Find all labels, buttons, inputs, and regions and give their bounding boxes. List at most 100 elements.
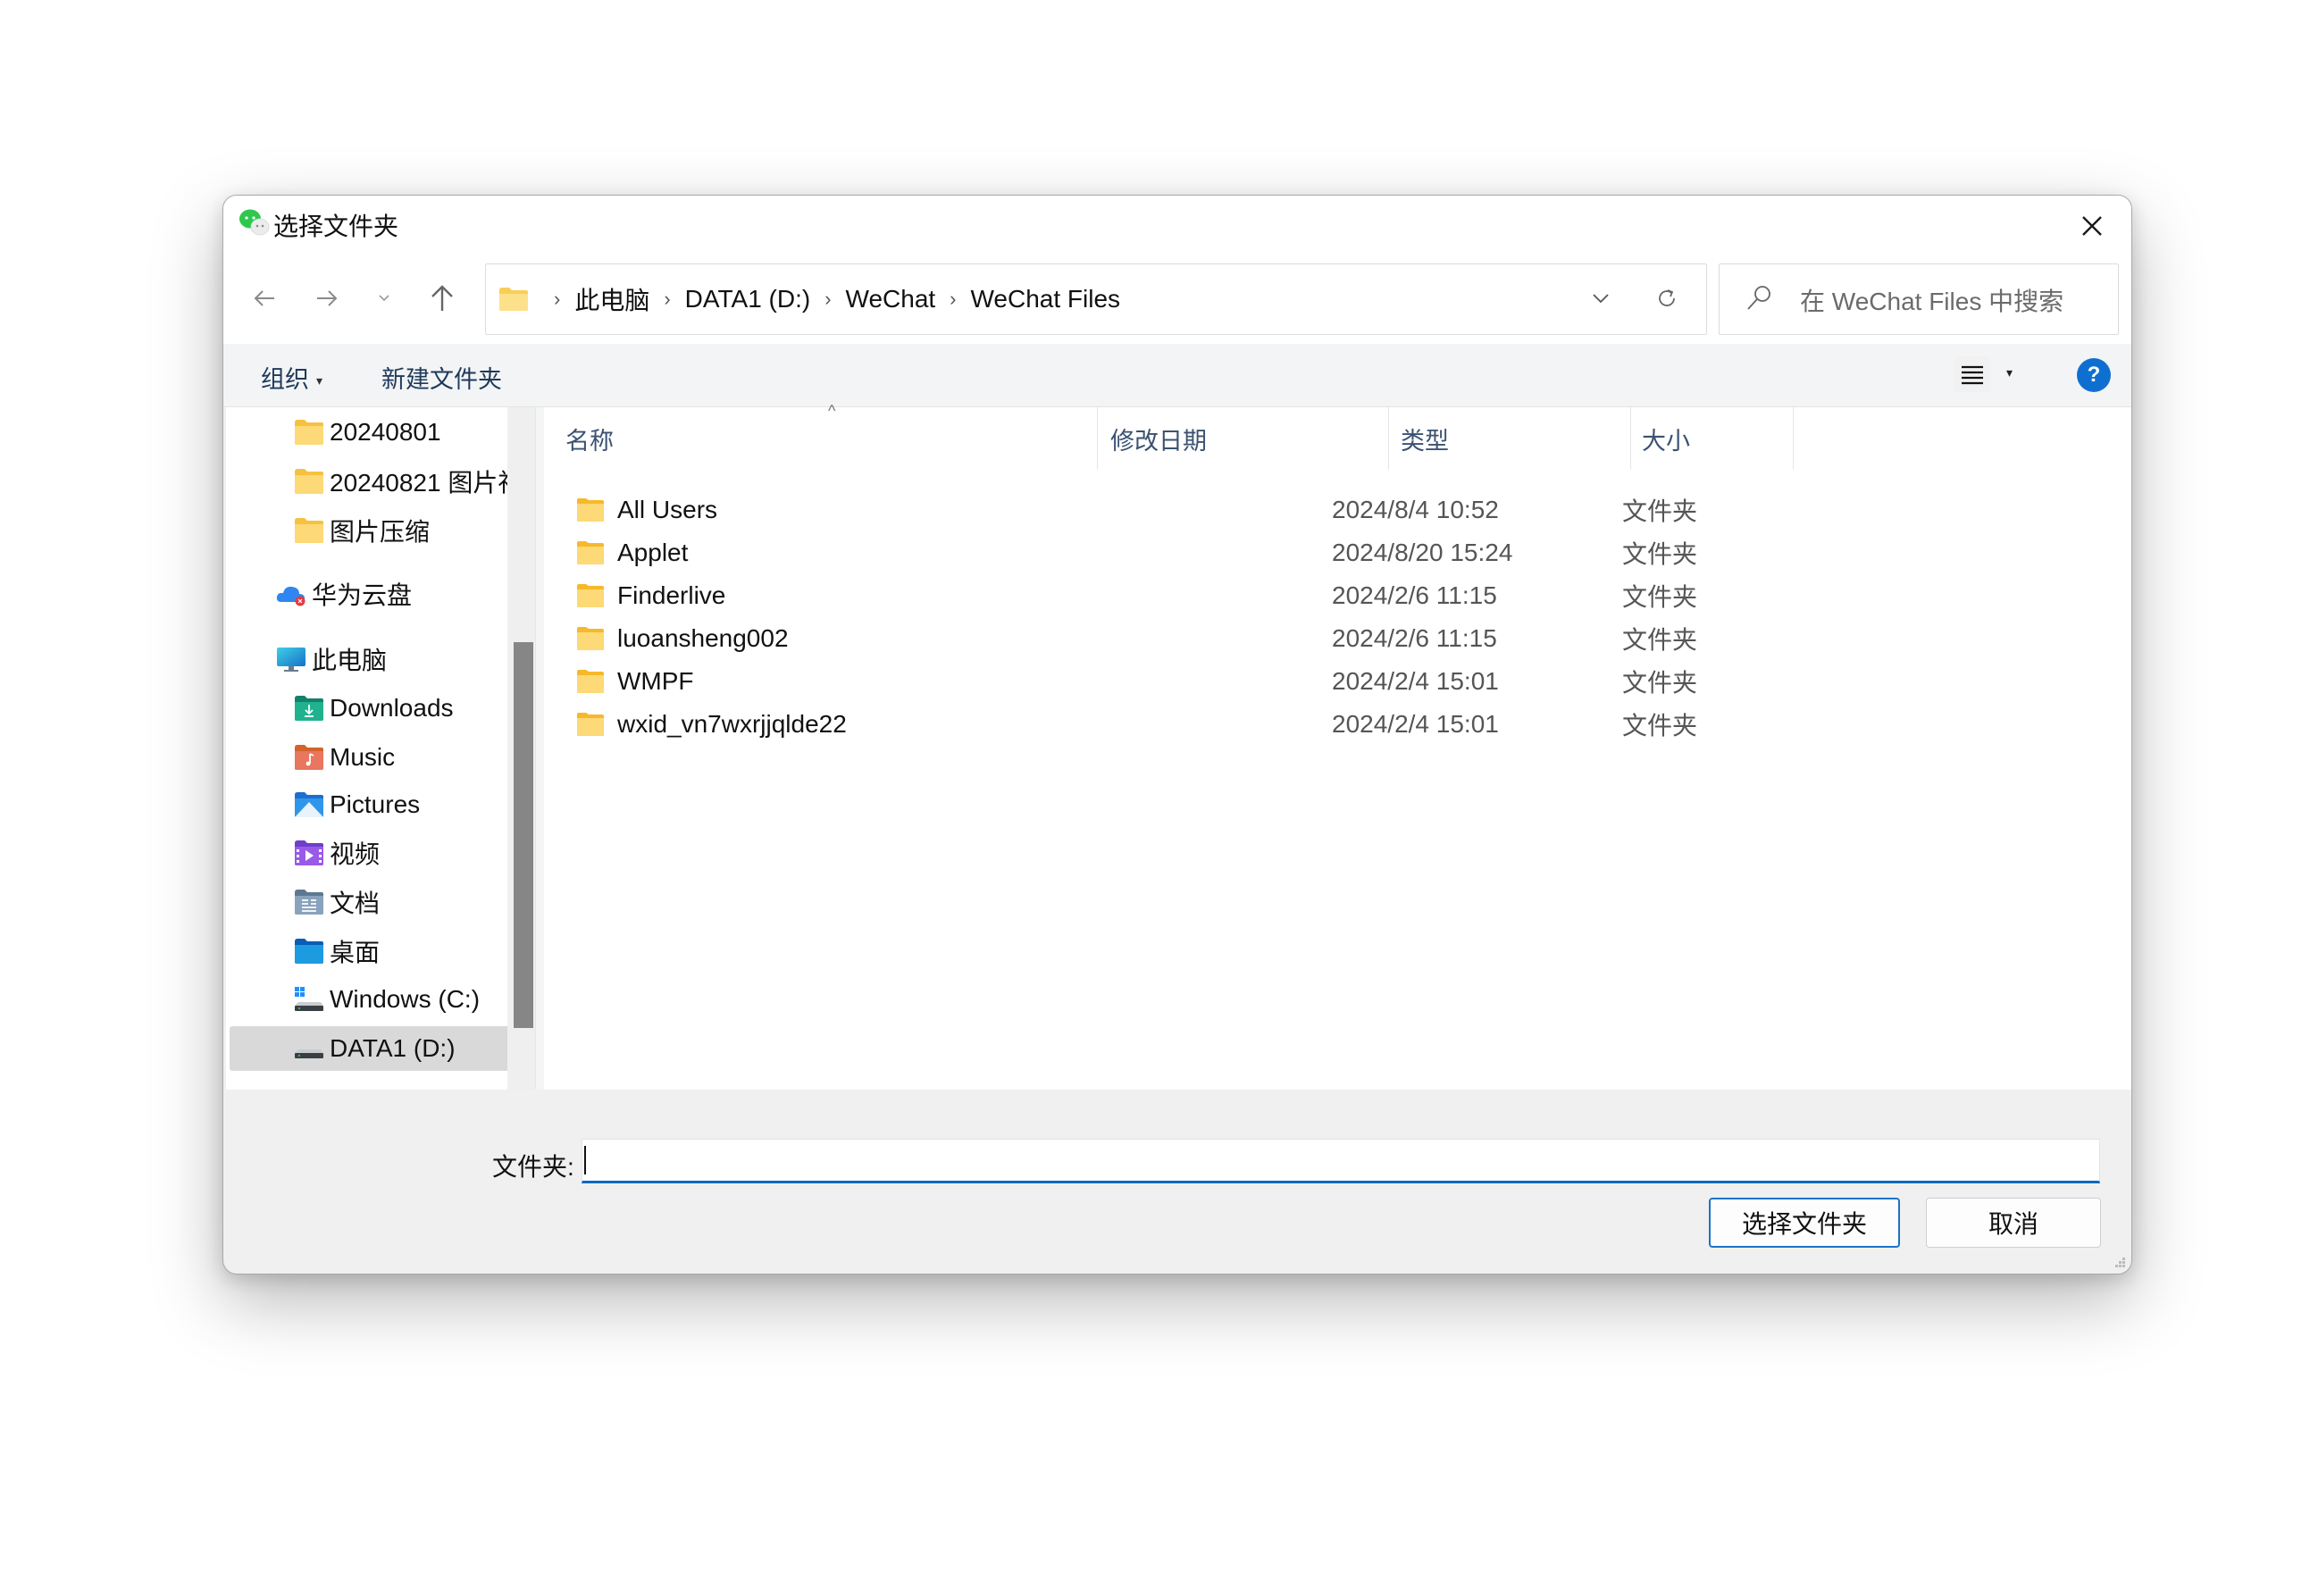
wechat-icon — [239, 209, 270, 236]
select-folder-button[interactable]: 选择文件夹 — [1709, 1198, 1900, 1248]
file-row[interactable]: All Users 2024/8/4 10:52 文件夹 — [562, 489, 1991, 531]
refresh-icon — [1659, 289, 1675, 306]
sidebar-item-desktop[interactable]: 桌面 — [226, 929, 507, 973]
sidebar-item-20240801[interactable]: 20240801 — [226, 410, 507, 455]
sidebar-item-label: 20240821 图片社 — [330, 469, 507, 497]
file-row[interactable]: wxid_vn7wxrjjqlde22 2024/2/4 15:01 文件夹 — [562, 703, 1991, 746]
folder-name-input[interactable] — [582, 1139, 2100, 1183]
text-cursor — [584, 1146, 586, 1174]
refresh-button[interactable] — [1649, 280, 1685, 316]
dialog-title: 选择文件夹 — [273, 213, 399, 240]
title-bar: 选择文件夹 — [223, 196, 2131, 258]
column-header-date[interactable]: 修改日期 — [1110, 407, 1207, 470]
file-name-cell: luoansheng002 — [576, 617, 789, 660]
music-icon — [295, 745, 323, 770]
address-bar[interactable]: › 此电脑 › DATA1 (D:) › WeChat › WeChat Fil… — [485, 263, 1707, 335]
sidebar-item-label: Windows (C:) — [330, 985, 481, 1013]
arrow-right-icon — [317, 290, 338, 306]
breadcrumb-item[interactable]: 此电脑 — [574, 281, 649, 317]
close-icon — [2082, 216, 2102, 236]
chevron-right-icon[interactable]: › — [664, 288, 670, 311]
sidebar-item-label: 文档 — [330, 890, 381, 917]
close-button[interactable] — [2065, 203, 2119, 249]
file-row[interactable]: luoansheng002 2024/2/6 11:15 文件夹 — [562, 617, 1991, 660]
sidebar-item-documents[interactable]: 文档 — [226, 880, 507, 924]
folder-field-label: 文件夹: — [492, 1153, 574, 1181]
folder-icon — [499, 288, 528, 311]
file-name-cell: Finderlive — [576, 574, 725, 617]
column-header-size[interactable]: 大小 — [1642, 407, 1690, 470]
sidebar-item-label: Downloads — [330, 694, 454, 722]
folder-icon — [295, 420, 323, 445]
sidebar-item-data1-d[interactable]: DATA1 (D:) — [230, 1026, 507, 1071]
column-divider[interactable] — [1630, 407, 1631, 470]
file-name: wxid_vn7wxrjjqlde22 — [617, 710, 847, 738]
view-options-caret-icon[interactable]: ▾ — [2006, 365, 2013, 380]
address-history-dropdown[interactable] — [1583, 280, 1619, 316]
folder-icon — [577, 713, 604, 736]
sidebar-item-label: Music — [330, 743, 396, 771]
sidebar-item-label: 20240801 — [330, 418, 441, 446]
file-date: 2024/2/6 11:15 — [1332, 581, 1497, 609]
sidebar-item-videos[interactable]: 视频 — [226, 831, 507, 875]
sidebar-item-label: 华为云盘 — [312, 581, 413, 609]
file-name-cell: WMPF — [576, 660, 694, 703]
pictures-icon — [295, 792, 323, 817]
forward-button[interactable] — [305, 278, 348, 319]
file-row[interactable]: WMPF 2024/2/4 15:01 文件夹 — [562, 660, 1991, 703]
change-view-button[interactable] — [1954, 356, 1990, 392]
file-date: 2024/2/4 15:01 — [1332, 710, 1499, 738]
file-date: 2024/2/6 11:15 — [1332, 624, 1497, 652]
documents-icon — [295, 890, 323, 915]
search-input[interactable]: 在 WeChat Files 中搜索 — [1719, 263, 2119, 335]
folder-icon — [577, 584, 604, 607]
list-view-icon — [1962, 365, 1983, 385]
search-icon — [1747, 286, 1770, 310]
cancel-button[interactable]: 取消 — [1926, 1198, 2101, 1248]
file-date: 2024/8/20 15:24 — [1332, 539, 1513, 566]
breadcrumb-item[interactable]: WeChat — [846, 285, 936, 313]
folder-icon — [577, 627, 604, 650]
file-name-cell: All Users — [576, 489, 717, 531]
sidebar-item-music[interactable]: Music — [226, 735, 507, 780]
sidebar-scrollbar[interactable] — [508, 407, 534, 1090]
file-type: 文件夹 — [1622, 497, 1698, 525]
column-header-name[interactable]: 名称 — [565, 407, 614, 470]
sidebar-item-20240821[interactable]: 20240821 图片社 — [226, 459, 507, 504]
new-folder-button[interactable]: 新建文件夹 — [381, 360, 502, 395]
column-divider[interactable] — [1793, 407, 1794, 470]
column-header-type[interactable]: 类型 — [1401, 407, 1449, 470]
file-type: 文件夹 — [1622, 540, 1698, 568]
sidebar-item-image-compress[interactable]: 图片压缩 — [226, 508, 507, 553]
resize-grip-icon[interactable] — [2113, 1256, 2126, 1268]
sidebar-item-label: Pictures — [330, 790, 421, 818]
breadcrumb-item[interactable]: DATA1 (D:) — [685, 285, 811, 313]
column-divider[interactable] — [1388, 407, 1389, 470]
windows-drive-icon — [295, 987, 323, 1011]
help-button[interactable]: ? — [2077, 358, 2111, 392]
chevron-right-icon[interactable]: › — [824, 288, 831, 311]
file-row[interactable]: Finderlive 2024/2/6 11:15 文件夹 — [562, 574, 1991, 617]
folder-icon — [577, 541, 604, 564]
sidebar-item-windows-c[interactable]: Windows (C:) — [226, 977, 507, 1022]
sidebar-item-downloads[interactable]: Downloads — [226, 686, 507, 731]
chevron-right-icon[interactable]: › — [950, 288, 956, 311]
sidebar-item-pictures[interactable]: Pictures — [226, 782, 507, 827]
sidebar-item-this-pc[interactable]: 此电脑 — [226, 637, 507, 681]
desktop-icon — [295, 939, 323, 964]
sidebar-scrollbar-thumb[interactable] — [514, 642, 533, 1028]
file-type: 文件夹 — [1622, 712, 1698, 740]
column-divider[interactable] — [1097, 407, 1098, 470]
arrow-up-icon — [431, 285, 453, 311]
organize-menu-button[interactable]: 组织 ▾ — [261, 360, 322, 395]
folder-icon — [577, 670, 604, 693]
breadcrumb-item[interactable]: WeChat Files — [971, 285, 1121, 313]
file-name: luoansheng002 — [617, 624, 789, 652]
up-button[interactable] — [421, 278, 464, 319]
file-row[interactable]: Applet 2024/8/20 15:24 文件夹 — [562, 531, 1991, 574]
search-placeholder: 在 WeChat Files 中搜索 — [1800, 288, 2064, 315]
back-button[interactable] — [243, 278, 286, 319]
recent-locations-button[interactable] — [363, 278, 406, 319]
sidebar-item-huawei-cloud[interactable]: 华为云盘 — [226, 572, 507, 616]
videos-icon — [295, 840, 323, 865]
